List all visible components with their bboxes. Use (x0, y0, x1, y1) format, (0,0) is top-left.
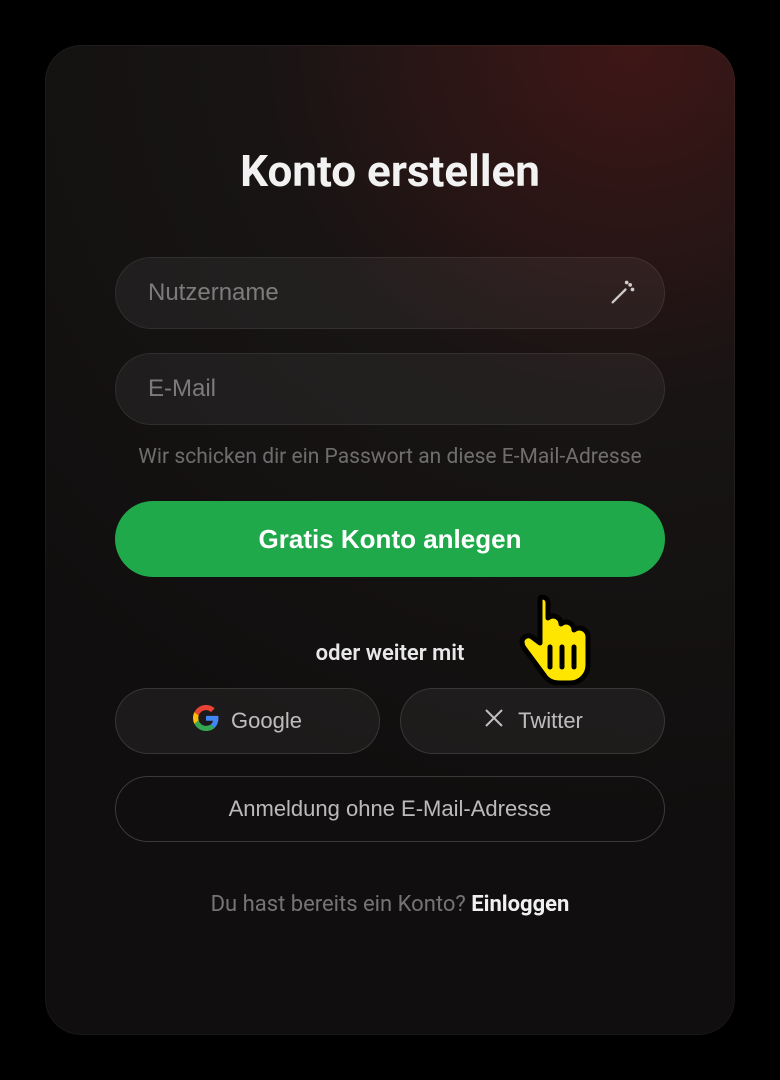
twitter-label: Twitter (518, 708, 583, 734)
username-field-wrap (115, 257, 665, 329)
page-title: Konto erstellen (240, 145, 540, 197)
login-line: Du hast bereits ein Konto? Einloggen (211, 892, 570, 917)
twitter-signin-button[interactable]: Twitter (400, 688, 665, 754)
create-account-button[interactable]: Gratis Konto anlegen (115, 501, 665, 577)
email-input[interactable] (115, 353, 665, 425)
signup-without-email-button[interactable]: Anmeldung ohne E-Mail-Adresse (115, 776, 665, 842)
login-prefix: Du hast bereits ein Konto? (211, 892, 472, 917)
google-icon (193, 705, 219, 737)
signup-card: Konto erstellen Wir schicken dir ein Pas… (45, 45, 735, 1035)
google-label: Google (231, 708, 302, 734)
email-hint: Wir schicken dir ein Passwort an diese E… (138, 443, 641, 471)
magic-wand-icon[interactable] (607, 278, 637, 308)
social-row: Google Twitter (115, 688, 665, 754)
social-divider-label: oder weiter mit (316, 641, 465, 666)
google-signin-button[interactable]: Google (115, 688, 380, 754)
login-link[interactable]: Einloggen (471, 892, 569, 917)
username-input[interactable] (115, 257, 665, 329)
x-icon (482, 706, 506, 736)
email-field-wrap (115, 353, 665, 425)
